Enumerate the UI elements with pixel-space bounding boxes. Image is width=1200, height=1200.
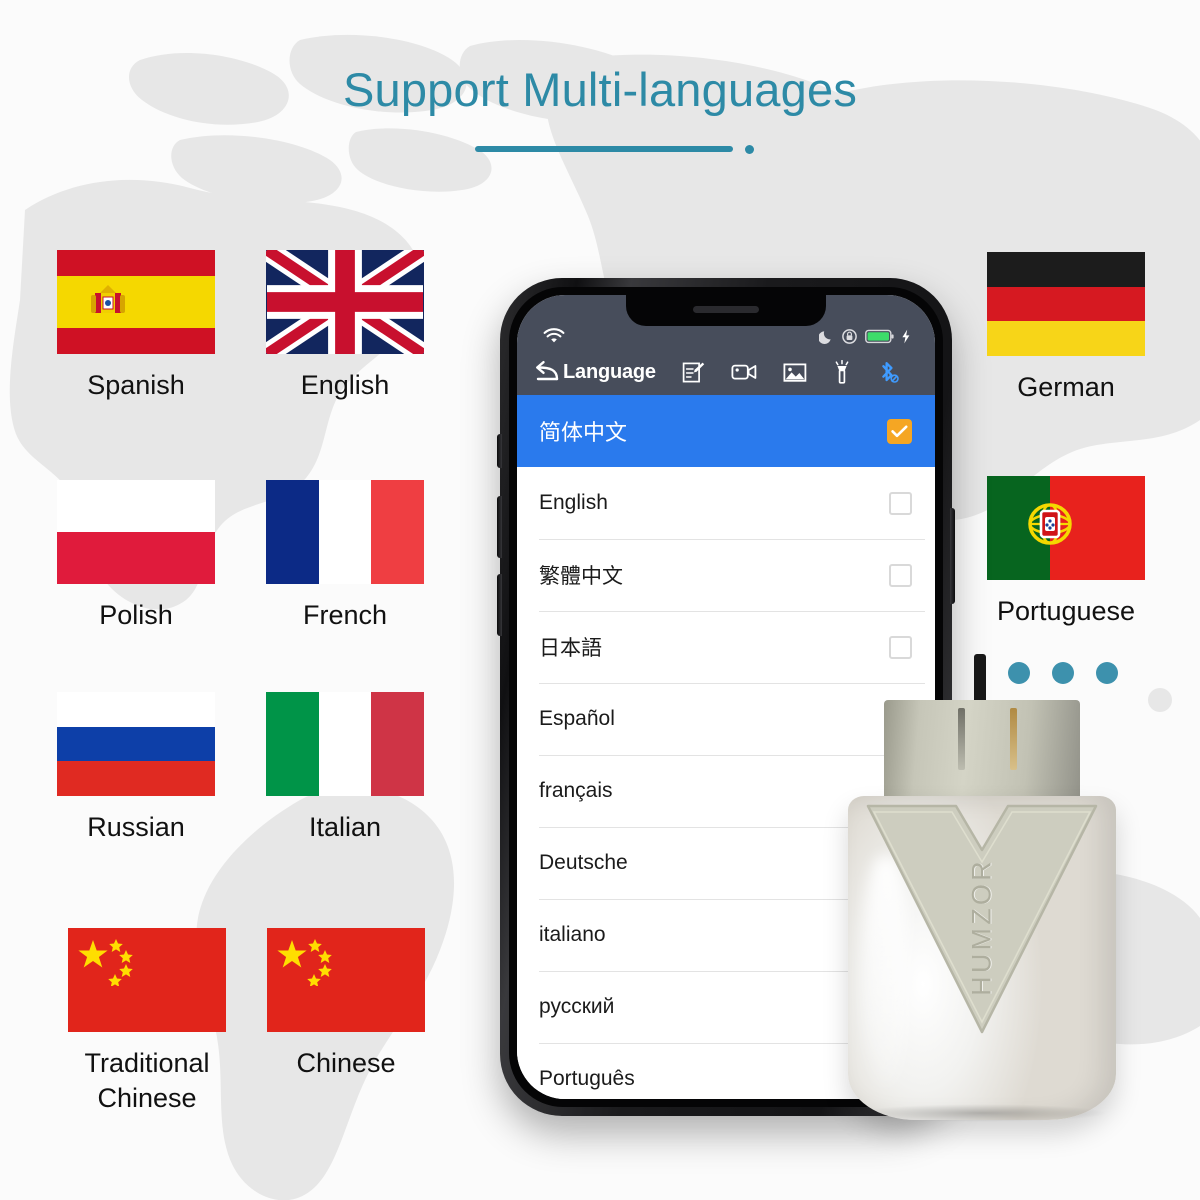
title-underline bbox=[475, 146, 733, 152]
dongle-pin bbox=[1010, 708, 1017, 770]
language-checkbox-checked[interactable] bbox=[887, 418, 912, 444]
flag-caption: Polish bbox=[99, 600, 173, 630]
spain-coat-of-arms-icon bbox=[91, 285, 125, 313]
china-flag-icon bbox=[68, 928, 226, 1032]
portugal-flag-icon bbox=[987, 476, 1145, 580]
flag-caption: German bbox=[1017, 372, 1115, 402]
language-label: Español bbox=[539, 707, 615, 730]
germany-flag-icon bbox=[987, 252, 1145, 356]
dongle-cable bbox=[974, 654, 986, 704]
note-edit-icon[interactable] bbox=[682, 361, 705, 384]
flag-cell-german: German bbox=[986, 252, 1146, 405]
phone-volume-down-button[interactable] bbox=[497, 574, 502, 636]
dongle-obd-plug bbox=[884, 700, 1080, 803]
flag-cell-spanish: Spanish bbox=[56, 250, 216, 403]
battery-full-icon bbox=[865, 329, 894, 344]
france-flag-icon bbox=[266, 480, 424, 584]
italy-flag-icon bbox=[266, 692, 424, 796]
rotation-lock-icon bbox=[842, 329, 857, 344]
russia-flag-icon bbox=[57, 692, 215, 796]
flag-caption: English bbox=[300, 370, 390, 400]
pagination-dots[interactable] bbox=[1008, 662, 1118, 684]
phone-volume-up-button[interactable] bbox=[497, 496, 502, 558]
flag-cell-chinese: Chinese bbox=[266, 928, 426, 1081]
lightning-bolt-icon bbox=[902, 329, 910, 344]
language-label: 简体中文 bbox=[539, 420, 628, 445]
language-label: English bbox=[539, 491, 608, 514]
pagination-dot[interactable] bbox=[1096, 662, 1118, 684]
phone-notch bbox=[626, 295, 826, 326]
flag-caption: Italian bbox=[308, 812, 382, 842]
app-toolbar: Language bbox=[517, 349, 935, 395]
dongle-pin bbox=[958, 708, 965, 770]
flag-cell-polish: Polish bbox=[56, 480, 216, 633]
flag-cell-french: French bbox=[265, 480, 425, 633]
language-row[interactable]: English bbox=[517, 467, 935, 539]
phone-power-button[interactable] bbox=[950, 508, 955, 604]
phone-mute-switch[interactable] bbox=[497, 434, 502, 468]
video-camera-icon[interactable] bbox=[731, 362, 757, 382]
pagination-dot[interactable] bbox=[1052, 662, 1074, 684]
page-root: Support Multi-languages Spanish English … bbox=[0, 0, 1200, 1200]
flag-cell-portuguese: Portuguese bbox=[986, 476, 1146, 629]
flag-caption: Portuguese bbox=[996, 596, 1136, 626]
language-checkbox[interactable] bbox=[889, 635, 912, 659]
flag-cell-english: English bbox=[265, 250, 425, 403]
flag-cell-italian: Italian bbox=[265, 692, 425, 845]
language-label: 繁體中文 bbox=[539, 565, 623, 588]
flag-caption: French bbox=[302, 600, 388, 630]
status-bar bbox=[517, 295, 935, 349]
spain-flag-icon bbox=[57, 250, 215, 354]
poland-flag-icon bbox=[57, 480, 215, 584]
title-underline-dot bbox=[745, 145, 754, 154]
language-label: Português bbox=[539, 1067, 635, 1090]
language-label: français bbox=[539, 779, 613, 802]
portugal-armillary-icon bbox=[1028, 503, 1072, 545]
language-row-selected[interactable]: 简体中文 bbox=[517, 395, 935, 467]
checkmark-icon bbox=[891, 425, 908, 437]
flag-caption: Spanish bbox=[87, 370, 185, 400]
flag-cell-russian: Russian bbox=[56, 692, 216, 845]
earpiece-speaker bbox=[693, 306, 759, 313]
toolbar-title: Language bbox=[563, 360, 656, 383]
back-button[interactable]: Language bbox=[531, 359, 656, 385]
bluetooth-icon[interactable] bbox=[877, 360, 899, 384]
language-label: 日本語 bbox=[539, 637, 602, 660]
china-flag-icon bbox=[267, 928, 425, 1032]
flag-caption: Russian bbox=[87, 812, 185, 842]
page-title: Support Multi-languages bbox=[342, 63, 858, 116]
language-label: italiano bbox=[539, 923, 606, 946]
language-row[interactable]: 日本語 bbox=[517, 611, 935, 683]
dongle-v-panel-icon bbox=[866, 804, 1098, 1034]
language-label: Deutsche bbox=[539, 851, 628, 874]
language-checkbox[interactable] bbox=[889, 563, 912, 587]
language-row[interactable]: 繁體中文 bbox=[517, 539, 935, 611]
photo-image-icon[interactable] bbox=[783, 362, 807, 383]
dongle-shadow bbox=[856, 1104, 1108, 1122]
obd-dongle: HUMZOR bbox=[848, 654, 1116, 1122]
language-checkbox[interactable] bbox=[889, 491, 912, 515]
flashlight-icon[interactable] bbox=[833, 359, 851, 385]
back-arrow-icon[interactable] bbox=[531, 359, 561, 385]
flag-cell-traditional-chinese: Traditional Chinese bbox=[62, 928, 232, 1115]
wifi-icon bbox=[543, 328, 565, 343]
pagination-dot[interactable] bbox=[1008, 662, 1030, 684]
flag-caption: Chinese bbox=[296, 1048, 396, 1078]
do-not-disturb-moon-icon bbox=[819, 331, 831, 344]
uk-flag-icon bbox=[266, 250, 424, 354]
flag-caption: Traditional Chinese bbox=[84, 1048, 210, 1113]
language-label: русский bbox=[539, 995, 615, 1018]
